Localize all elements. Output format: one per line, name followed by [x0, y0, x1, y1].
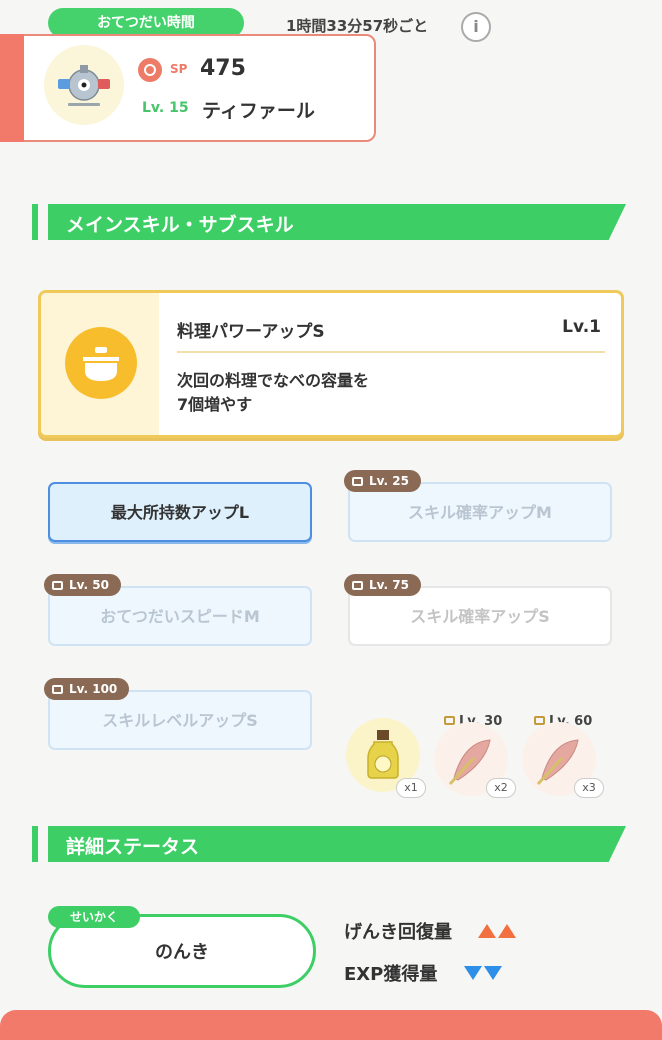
section-title: メインスキル・サブスキル	[66, 214, 294, 236]
lock-icon	[52, 581, 63, 590]
help-time-value: 1時間33分57秒ごと	[286, 17, 429, 35]
status-section-header: 詳細ステータス	[32, 826, 626, 862]
unlock-level: Lv. 75	[369, 578, 409, 592]
desc-line-2: 7個増やす	[177, 395, 253, 414]
down-triangle-icon	[483, 966, 502, 980]
main-skill-description: 次回の料理でなべの容量を 7個増やす	[177, 369, 597, 417]
sub-skill-1-button[interactable]: 最大所持数アップL	[48, 482, 312, 542]
stat-down-row: EXP獲得量	[344, 960, 504, 986]
unlock-level-tag: Lv. 50	[44, 574, 121, 596]
unlock-level: Lv. 25	[369, 474, 409, 488]
main-skill-card[interactable]: 料理パワーアップS Lv.1 次回の料理でなべの容量を 7個増やす	[38, 290, 624, 438]
main-skill-level: Lv.1	[562, 317, 601, 337]
lock-icon	[52, 685, 63, 694]
lock-icon	[352, 581, 363, 590]
up-triangle-icon	[498, 924, 517, 938]
stat-up-label: げんき回復量	[344, 922, 452, 943]
ingredient-count: x1	[396, 778, 426, 798]
magnet-pokemon-icon	[58, 65, 110, 106]
cooking-pot-icon	[65, 327, 137, 399]
lock-icon	[352, 477, 363, 486]
skills-section-header: メインスキル・サブスキル	[32, 204, 626, 240]
unlock-level-tag: Lv. 75	[344, 574, 421, 596]
unlock-level-tag: Lv. 100	[44, 678, 130, 700]
stat-down-label: EXP獲得量	[344, 964, 438, 985]
unlock-level: Lv. 100	[69, 682, 118, 696]
main-skill-icon-area	[41, 293, 159, 435]
unlock-level: Lv. 50	[69, 578, 109, 592]
unlock-level-tag: Lv. 25	[344, 470, 421, 492]
section-marker	[32, 204, 38, 240]
nature-value: のんき	[155, 942, 209, 963]
pokemon-name: ティファール	[202, 100, 315, 122]
section-title: 詳細ステータス	[66, 836, 200, 858]
pokemon-avatar	[44, 45, 124, 125]
stat-up-row: げんき回復量	[344, 918, 518, 944]
sp-icon	[138, 58, 162, 82]
down-arrows	[463, 964, 504, 985]
main-skill-name: 料理パワーアップS	[177, 322, 325, 342]
down-triangle-icon	[463, 966, 482, 980]
up-arrows	[478, 922, 518, 943]
ingredient-count: x3	[574, 778, 604, 798]
sp-label: SP	[170, 62, 188, 76]
section-marker	[32, 826, 38, 862]
nature-tag: せいかく	[48, 906, 140, 928]
ingredient-count: x2	[486, 778, 516, 798]
divider	[177, 351, 605, 353]
info-button[interactable]: i	[461, 12, 491, 42]
desc-line-1: 次回の料理でなべの容量を	[177, 371, 370, 390]
sp-value: 475	[200, 56, 246, 81]
bottom-action-button[interactable]	[0, 1010, 662, 1040]
up-triangle-icon	[478, 924, 497, 938]
pokemon-level: Lv. 15	[142, 100, 189, 116]
pokemon-card-stripe	[0, 34, 24, 142]
